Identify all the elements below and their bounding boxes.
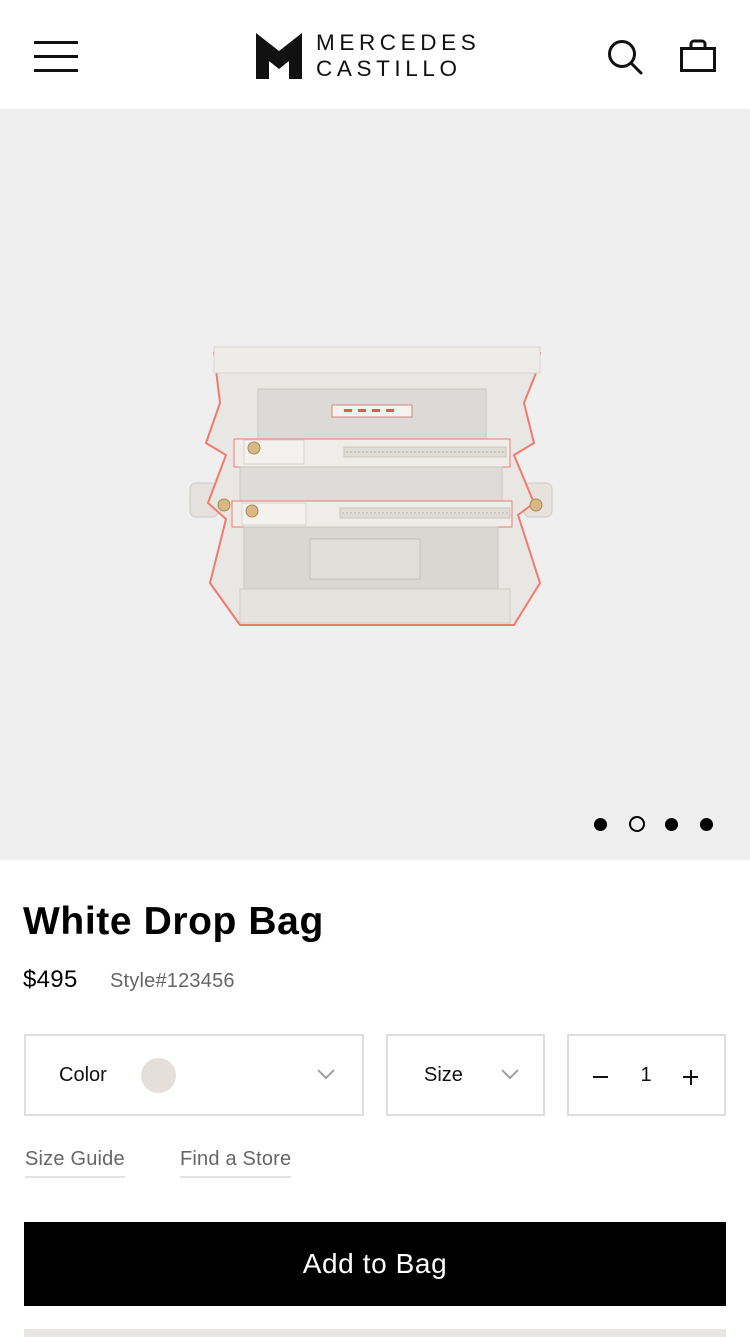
brand-line-1: MERCEDES (316, 30, 481, 55)
find-a-store-link[interactable]: Find a Store (180, 1148, 292, 1178)
shopping-bag-icon[interactable] (679, 36, 717, 74)
search-icon[interactable] (606, 38, 644, 76)
next-section-edge (24, 1329, 726, 1337)
brand-wordmark: MERCEDES CASTILLO (316, 30, 481, 81)
menu-line (34, 41, 78, 44)
product-price: $495 (23, 966, 78, 993)
quantity-stepper: 1 (567, 1034, 726, 1116)
gallery-dot[interactable] (700, 817, 713, 831)
add-to-bag-button[interactable]: Add to Bag (24, 1222, 726, 1306)
color-swatch (141, 1058, 176, 1093)
chevron-down-icon (317, 1069, 335, 1080)
product-image (189, 346, 553, 626)
product-title: White Drop Bag (23, 900, 324, 943)
size-select[interactable]: Size (386, 1034, 545, 1116)
site-header: MERCEDES CASTILLO (0, 0, 750, 109)
product-image-gallery[interactable] (0, 109, 750, 860)
gallery-dot[interactable] (594, 817, 607, 831)
size-label: Size (424, 1064, 463, 1086)
chevron-down-icon (501, 1069, 519, 1080)
menu-line (34, 55, 78, 58)
hamburger-menu-icon[interactable] (34, 40, 78, 74)
quantity-value[interactable]: 1 (629, 1064, 663, 1087)
increase-quantity-button[interactable] (679, 1058, 703, 1092)
gallery-dot[interactable] (665, 817, 678, 831)
brand-line-2: CASTILLO (316, 55, 462, 81)
style-number: Style#123456 (110, 970, 235, 992)
color-label: Color (59, 1064, 107, 1086)
gallery-dot-active[interactable] (629, 816, 645, 832)
size-guide-link[interactable]: Size Guide (25, 1148, 125, 1178)
color-select[interactable]: Color (24, 1034, 364, 1116)
logo-mark-icon (256, 33, 302, 79)
menu-line (34, 69, 78, 72)
decrease-quantity-button[interactable] (589, 1058, 613, 1092)
brand-logo[interactable]: MERCEDES CASTILLO (256, 30, 481, 81)
gallery-pagination (594, 816, 713, 832)
